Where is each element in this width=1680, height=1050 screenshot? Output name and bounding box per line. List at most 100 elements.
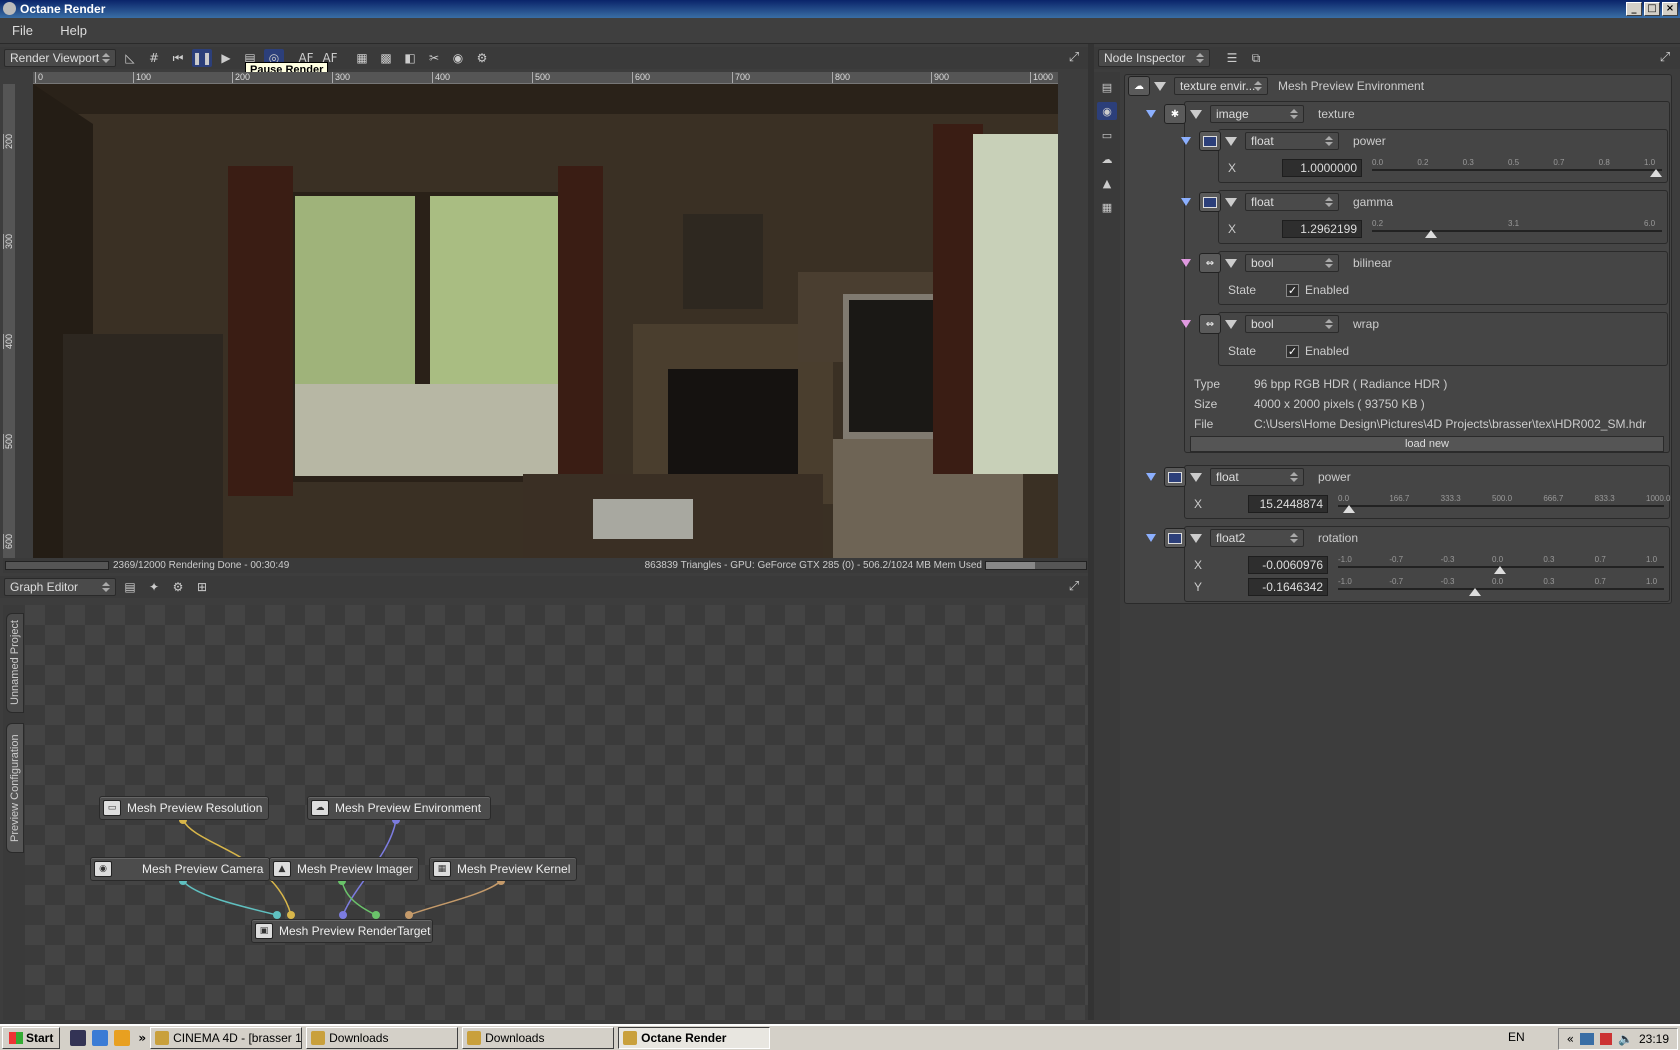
kernel-icon[interactable]: ▦ [1097,198,1117,216]
start-render-icon[interactable]: ▶ [216,49,236,67]
expand-icon[interactable] [1190,109,1202,119]
gamma-type-combo[interactable]: float [1245,193,1339,211]
clock[interactable]: 23:19 [1639,1032,1669,1046]
image-type-combo[interactable]: image [1210,105,1304,123]
wrap-type-combo[interactable]: bool [1245,315,1339,333]
power-type-combo[interactable]: float [1245,132,1339,150]
bilinear-checkbox[interactable]: ✓ [1286,283,1299,297]
node-settings-icon[interactable]: ⚙ [168,578,188,596]
rotation-y-field[interactable]: -0.1646342 [1248,578,1328,596]
graph-node-rendertarget[interactable]: ▣ Mesh Preview RenderTarget [251,919,433,943]
viewport-combo[interactable]: Render Viewport [4,49,116,67]
expand-icon[interactable] [1190,533,1202,543]
slider-track[interactable] [1338,588,1664,590]
language-indicator[interactable]: EN [1508,1030,1525,1044]
lock-icon[interactable]: ◉ [448,49,468,67]
split-view-icon[interactable]: ◧ [400,49,420,67]
environment-icon[interactable]: ☁ [1097,150,1117,168]
slider-track[interactable] [1372,169,1662,171]
settings-icon[interactable]: ⚙ [472,49,492,67]
graph-canvas[interactable]: ▭ Mesh Preview Resolution ☁ Mesh Preview… [25,605,1088,1020]
env-power-param-name: power [1318,470,1351,484]
restart-render-icon[interactable]: ⏮ [168,49,188,67]
graph-node-imager[interactable]: ▲ Mesh Preview Imager [269,857,419,881]
new-graph-icon[interactable]: ▤ [120,578,140,596]
checker-icon[interactable]: ▩ [376,49,396,67]
expand-icon[interactable] [1225,136,1237,146]
tab-preview-configuration[interactable]: Preview Configuration [6,723,24,853]
task-cinema4d[interactable]: CINEMA 4D - [brasser 1.... [150,1027,303,1049]
power-value-field[interactable]: 1.0000000 [1282,159,1362,177]
expand-icon[interactable] [1154,81,1166,91]
slider-handle[interactable] [1424,230,1437,238]
minimize-button[interactable]: _ [1626,2,1642,16]
menu-file[interactable]: File [0,18,45,44]
rotation-x-slider[interactable]: -1.0 -0.7 -0.3 0.0 0.3 0.7 1.0 [1338,555,1664,574]
start-button[interactable]: Start [2,1027,61,1049]
media-player-icon[interactable] [114,1030,131,1046]
close-button[interactable]: × [1662,2,1678,16]
security-icon[interactable] [1600,1033,1613,1045]
show-desktop-icon[interactable] [70,1030,87,1046]
task-downloads-1[interactable]: Downloads [306,1027,459,1049]
unfold-graph-icon[interactable]: ⊞ [192,578,212,596]
render-target-icon[interactable]: ▤ [1097,78,1117,96]
material-picker-icon[interactable]: ✂ [424,49,444,67]
load-graph-icon[interactable]: ✦ [144,578,164,596]
menu-help[interactable]: Help [48,18,99,44]
gamma-slider[interactable]: 0.2 3.1 6.0 [1372,219,1662,238]
load-new-button[interactable]: load new [1190,436,1664,452]
task-downloads-2[interactable]: Downloads [462,1027,615,1049]
internet-explorer-icon[interactable] [92,1030,109,1046]
graph-node-camera[interactable]: ◉ Mesh Preview Camera [90,857,270,881]
env-power-value-field[interactable]: 15.2448874 [1248,495,1328,513]
wrap-checkbox[interactable]: ✓ [1286,344,1299,358]
slider-handle[interactable] [1342,505,1355,513]
region-render-icon[interactable]: ▦ [352,49,372,67]
graph-node-environment[interactable]: ☁ Mesh Preview Environment [307,796,491,820]
graph-maximize-icon[interactable]: ⤢ [1065,578,1083,596]
slider-handle[interactable] [1650,169,1662,177]
volume-icon[interactable]: 🔈 [1618,1032,1633,1046]
slider-handle[interactable] [1469,588,1482,596]
inspector-maximize-icon[interactable]: ⤢ [1656,49,1674,67]
imager-icon[interactable]: ▲ [1097,174,1117,192]
power-slider[interactable]: 0.0 0.2 0.3 0.5 0.7 0.8 1.0 [1372,158,1662,177]
env-power-slider[interactable]: 0.0 166.7 333.3 500.0 666.7 833.3 1000.0 [1338,494,1670,513]
tab-unnamed-project[interactable]: Unnamed Project [6,613,24,713]
expand-icon[interactable] [1225,258,1237,268]
maximize-button[interactable]: □ [1644,2,1660,16]
env-power-type-combo[interactable]: float [1210,468,1304,486]
task-octane-render[interactable]: Octane Render [618,1027,771,1049]
slider-scale-label: 3.1 [1508,219,1520,228]
render-image[interactable] [33,84,1058,558]
pause-render-icon[interactable]: ❚❚ [192,49,212,67]
rotation-type-combo[interactable]: float2 [1210,529,1304,547]
collapse-all-icon[interactable]: ☰ [1222,49,1242,67]
inspector-combo[interactable]: Node Inspector [1098,49,1210,67]
tray-expand-icon[interactable]: « [1567,1032,1574,1046]
root-type-combo[interactable]: texture envir... [1174,77,1268,95]
graph-node-resolution[interactable]: ▭ Mesh Preview Resolution [99,796,269,820]
bilinear-type-combo[interactable]: bool [1245,254,1339,272]
expand-all-icon[interactable]: ⧉ [1246,49,1266,67]
rotation-x-field[interactable]: -0.0060976 [1248,556,1328,574]
expand-icon[interactable] [1190,472,1202,482]
graph-editor-combo[interactable]: Graph Editor [4,578,116,596]
quicklaunch-overflow-icon[interactable]: » [138,1031,146,1045]
viewport-maximize-icon[interactable]: ⤢ [1065,49,1083,67]
slider-handle[interactable] [1494,566,1507,574]
grid-icon[interactable]: # [144,49,164,67]
slider-track[interactable] [1372,230,1662,232]
slider-scale-label: 833.3 [1594,494,1615,503]
measure-icon[interactable]: ◺ [120,49,140,67]
slider-track[interactable] [1338,505,1664,507]
network-icon[interactable] [1580,1033,1595,1045]
gamma-value-field[interactable]: 1.2962199 [1282,220,1362,238]
camera-icon[interactable]: ◉ [1097,102,1117,120]
graph-node-kernel[interactable]: ▦ Mesh Preview Kernel [429,857,577,881]
rotation-y-slider[interactable]: -1.0 -0.7 -0.3 0.0 0.3 0.7 1.0 [1338,577,1664,596]
expand-icon[interactable] [1225,319,1237,329]
resolution-icon[interactable]: ▭ [1097,126,1117,144]
expand-icon[interactable] [1225,197,1237,207]
